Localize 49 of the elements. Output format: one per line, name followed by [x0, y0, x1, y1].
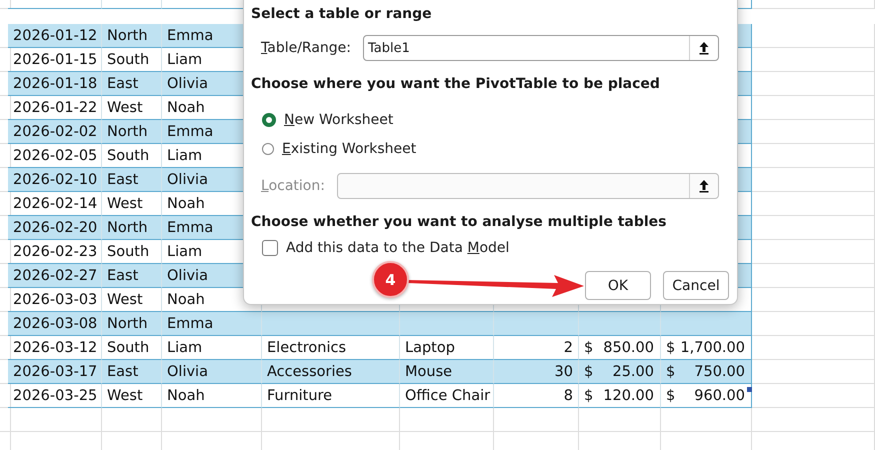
table-cell: East: [102, 72, 162, 96]
table-cell: $ 120.00: [579, 384, 661, 408]
table-cell: West: [102, 384, 162, 408]
table-cell: East: [102, 168, 162, 192]
row-header: [0, 0, 11, 9]
radio-label[interactable]: Existing Worksheet: [282, 140, 416, 156]
table-cell: Accessories: [262, 360, 400, 384]
table-cell: 2026-03-17: [8, 360, 102, 384]
table-cell: North: [102, 312, 162, 336]
checkbox-label[interactable]: Add this data to the Data Model: [286, 240, 510, 256]
upload-icon: [699, 179, 709, 193]
table-cell: Furniture: [262, 384, 400, 408]
table-cell: 2026-03-25: [8, 384, 102, 408]
checkbox[interactable]: [262, 240, 278, 256]
section-heading: Select a table or range: [251, 5, 432, 24]
table-cell: 2026-02-10: [8, 168, 102, 192]
table-cell: 8: [494, 384, 579, 408]
table-cell: 2026-01-12: [8, 24, 102, 48]
table-cell: North: [102, 120, 162, 144]
radio-button[interactable]: [262, 112, 276, 126]
fill-handle[interactable]: [747, 387, 752, 392]
table-cell: Noah: [162, 384, 262, 408]
table-cell: Mouse: [400, 360, 494, 384]
upload-icon: [699, 41, 709, 55]
table-cell: Olivia: [162, 360, 262, 384]
table-cell: [102, 408, 162, 432]
table-cell: 2026-02-02: [8, 120, 102, 144]
ok-button[interactable]: OK: [585, 271, 651, 300]
table-cell: $ 750.00: [661, 360, 752, 384]
table-cell: East: [102, 360, 162, 384]
table-cell: North: [102, 24, 162, 48]
table-cell: 2026-02-27: [8, 264, 102, 288]
table-cell: North: [102, 216, 162, 240]
table-cell: 2026-03-08: [8, 312, 102, 336]
table-cell: East: [102, 264, 162, 288]
row-header: [0, 408, 11, 432]
input-field[interactable]: Table1: [363, 35, 719, 61]
radio-label[interactable]: New Worksheet: [284, 112, 394, 128]
row-header: [0, 384, 11, 408]
table-cell: $ 25.00: [579, 360, 661, 384]
table-cell: 2026-02-20: [8, 216, 102, 240]
table-cell: 30: [494, 360, 579, 384]
table-cell: Office Chair: [400, 384, 494, 408]
radio-button[interactable]: [262, 142, 274, 154]
field-label: Location:: [261, 178, 325, 194]
table-cell: Emma: [162, 312, 262, 336]
table-cell: 2026-01-18: [8, 72, 102, 96]
cancel-button[interactable]: Cancel: [663, 271, 729, 300]
field-label: Table/Range:: [261, 40, 352, 56]
